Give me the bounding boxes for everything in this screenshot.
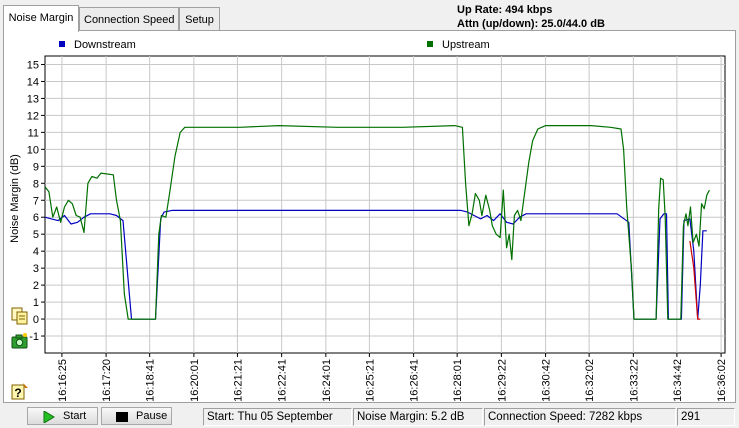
y-tick-label: 8	[33, 178, 39, 190]
y-tick-label: -1	[29, 331, 39, 343]
y-tick-label: 1	[33, 297, 39, 309]
y-tick-label: 12	[27, 110, 39, 122]
legend-marker-downstream	[59, 41, 65, 47]
x-tick-label: 16:30:42	[541, 359, 553, 402]
chart-panel: Downstream Upstream -1 0 1 2 3 4 5 6 7 8 9 10 11 12 13 1…	[3, 30, 736, 403]
x-tick-label: 16:36:02	[716, 359, 728, 402]
y-tick-label: 4	[33, 246, 39, 258]
y-tick-label: 15	[27, 59, 39, 71]
attenuation-text: Attn (up/down): 25.0/44.0 dB	[457, 18, 605, 30]
noise-margin-chart: Downstream Upstream -10123456789101112131…	[9, 39, 728, 402]
x-tick-label: 16:24:01	[321, 359, 333, 402]
chart-legend: Downstream Upstream	[59, 39, 490, 51]
y-axis-ticks: -10123456789101112131415	[27, 59, 45, 343]
x-tick-label: 16:28:01	[452, 359, 464, 402]
legend-label-downstream: Downstream	[74, 39, 136, 51]
y-tick-label: 13	[27, 93, 39, 105]
y-tick-label: 6	[33, 212, 39, 224]
up-rate-text: Up Rate: 494 kbps	[457, 4, 553, 16]
legend-label-upstream: Upstream	[442, 39, 490, 51]
pause-label: Pause	[136, 410, 168, 422]
y-tick-label: 9	[33, 161, 39, 173]
y-tick-label: 11	[28, 127, 39, 139]
camera-icon[interactable]	[11, 332, 29, 350]
plot-area	[44, 55, 726, 354]
x-tick-label: 16:20:01	[189, 359, 201, 402]
y-axis-label: Noise Margin (dB)	[9, 154, 21, 243]
x-tick-label: 16:21:21	[232, 359, 244, 402]
svg-text:?: ?	[14, 386, 21, 400]
x-axis-ticks: 16:16:25 16:17:20 16:18:41 16:20:01 16:21:21…	[57, 353, 728, 402]
y-tick-label: 3	[33, 263, 39, 275]
y-tick-label: 7	[33, 195, 39, 207]
tab-connection-speed[interactable]: Connection Speed	[79, 7, 179, 31]
y-tick-label: 10	[27, 144, 39, 156]
sample-count-status: 291	[677, 408, 735, 426]
y-tick-label: 5	[33, 229, 39, 241]
link-info: Up Rate: 494 kbps Attn (up/down): 25.0/4…	[457, 3, 605, 31]
noise-margin-status: Noise Margin: 5.2 dB	[353, 408, 483, 426]
x-tick-label: 16:34:42	[672, 359, 684, 402]
x-tick-label: 16:16:25	[57, 359, 69, 402]
help-icon[interactable]: ?	[11, 382, 29, 400]
status-bar: Start Pause Start: Thu 05 September Nois…	[0, 404, 739, 428]
x-tick-label: 16:29:22	[496, 359, 508, 402]
x-tick-label: 16:18:41	[145, 359, 157, 402]
start-date-status: Start: Thu 05 September	[203, 408, 352, 426]
x-tick-label: 16:26:41	[409, 359, 421, 402]
x-tick-label: 16:33:22	[628, 359, 640, 402]
x-tick-label: 16:17:20	[101, 359, 113, 402]
x-tick-label: 16:25:21	[364, 359, 376, 402]
start-label: Start	[63, 410, 87, 422]
tab-setup[interactable]: Setup	[179, 7, 220, 31]
connection-speed-status: Connection Speed: 7282 kbps	[484, 408, 676, 426]
stop-icon	[116, 411, 128, 428]
start-button[interactable]: Start	[27, 407, 98, 425]
legend-marker-upstream	[427, 41, 433, 47]
y-tick-label: 14	[27, 76, 39, 88]
x-tick-label: 16:32:02	[584, 359, 596, 402]
copy-icon[interactable]	[11, 307, 29, 325]
x-tick-label: 16:22:41	[277, 359, 289, 402]
pause-button[interactable]: Pause	[101, 407, 172, 425]
play-icon	[43, 410, 55, 428]
y-tick-label: 2	[33, 280, 39, 292]
y-tick-label: 0	[33, 314, 39, 326]
tab-noise-margin[interactable]: Noise Margin	[3, 5, 79, 32]
